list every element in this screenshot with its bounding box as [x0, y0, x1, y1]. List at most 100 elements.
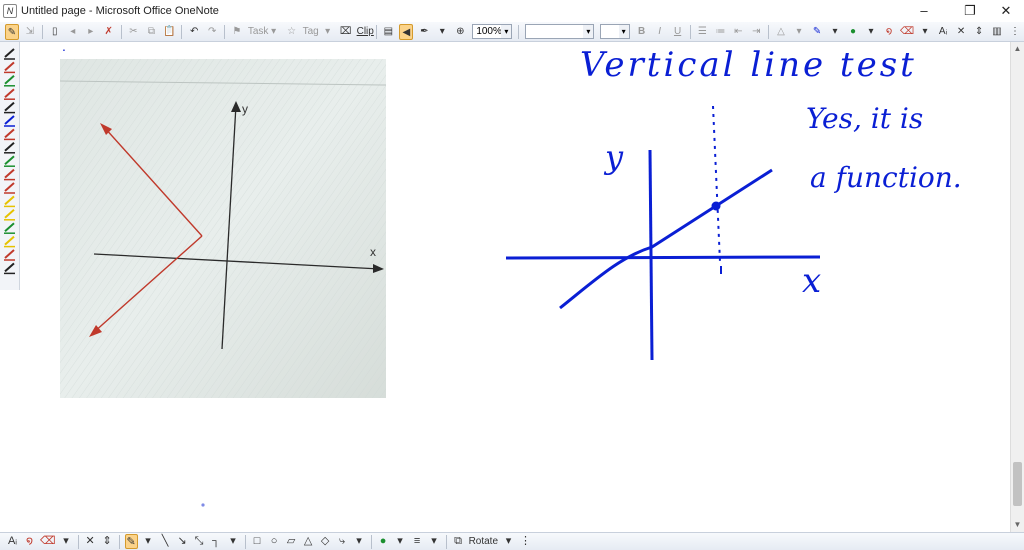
scroll-up-icon[interactable]: ▲ — [1011, 42, 1024, 56]
bullets-icon[interactable]: ☰ — [695, 24, 709, 40]
color-picker-icon[interactable]: ● — [846, 24, 860, 40]
numbering-icon[interactable]: ≔ — [713, 24, 727, 40]
more-options-icon[interactable]: ⋮ — [1008, 24, 1022, 40]
pen-swatch[interactable] — [4, 222, 15, 232]
double-arrow-icon[interactable]: ⤡ — [193, 534, 206, 549]
dropdown-arrow-icon[interactable]: ▾ — [267, 24, 281, 40]
font-size-select[interactable]: ▾ — [600, 24, 630, 39]
dropdown-arrow-icon[interactable]: ▾ — [227, 534, 240, 549]
italic-button[interactable]: I — [653, 24, 667, 40]
pen-list[interactable] — [4, 48, 15, 275]
text-mode-icon[interactable]: Aᵢ — [6, 534, 19, 549]
pen-icon[interactable]: ✒ — [417, 24, 431, 40]
dropdown-arrow-icon[interactable]: ▾ — [435, 24, 449, 40]
connector-icon[interactable]: ⤷ — [336, 534, 349, 549]
zoom-icon[interactable]: ⊕ — [453, 24, 467, 40]
line-icon[interactable]: ╲ — [159, 534, 172, 549]
pen-swatch[interactable] — [4, 182, 15, 192]
undo-icon[interactable]: ↶ — [187, 24, 201, 40]
page-view-icon[interactable]: ▤ — [381, 24, 395, 40]
arrow-icon[interactable]: ↘ — [176, 534, 189, 549]
insert-space-icon[interactable]: ⇕ — [101, 534, 114, 549]
pen-swatch[interactable] — [4, 101, 15, 112]
close-icon[interactable]: ✕ — [986, 0, 1024, 22]
dropdown-arrow-icon[interactable]: ▾ — [321, 24, 335, 40]
pen-color-icon[interactable]: ✎ — [810, 24, 824, 40]
lasso-icon[interactable]: ໑ — [23, 534, 36, 549]
pen-swatch[interactable] — [4, 48, 15, 58]
task-button[interactable]: Task — [248, 24, 269, 40]
page-canvas[interactable]: . y x Vertical line test Yes, it is a fu… — [20, 42, 1010, 532]
triangle-icon[interactable]: △ — [302, 534, 315, 549]
ellipse-icon[interactable]: ○ — [268, 534, 281, 549]
bold-button[interactable]: B — [635, 24, 649, 40]
pen-swatch[interactable] — [4, 61, 15, 72]
insert-space-icon[interactable]: ⇕ — [972, 24, 986, 40]
chevron-down-icon[interactable]: ▾ — [501, 25, 512, 38]
pen-swatch[interactable] — [4, 209, 15, 219]
pen-swatch[interactable] — [4, 142, 15, 152]
outdent-icon[interactable]: ⇤ — [731, 24, 745, 40]
eraser-icon[interactable]: ⌫ — [900, 24, 914, 40]
font-name-select[interactable]: ▾ — [525, 24, 595, 39]
underline-button[interactable]: U — [671, 24, 685, 40]
cut-icon[interactable]: ✂ — [126, 24, 140, 40]
pen-swatch[interactable] — [4, 249, 15, 259]
pen-swatch[interactable] — [4, 262, 15, 273]
dropdown-arrow-icon[interactable]: ▾ — [142, 534, 155, 549]
pen-swatch[interactable] — [4, 128, 15, 139]
rotate-button[interactable]: Rotate — [469, 534, 498, 549]
task-flag-icon[interactable]: ⚑ — [230, 24, 244, 40]
back-icon[interactable]: ◂ — [66, 24, 80, 40]
lasso-icon[interactable]: ໑ — [882, 24, 896, 40]
dropdown-arrow-icon[interactable]: ▾ — [60, 534, 73, 549]
pen-swatch[interactable] — [4, 155, 15, 165]
dropdown-arrow-icon[interactable]: ▾ — [502, 534, 515, 549]
eraser-icon[interactable]: ⌫ — [40, 534, 56, 549]
highlight-icon[interactable]: △ — [774, 24, 788, 40]
diamond-icon[interactable]: ◇ — [319, 534, 332, 549]
delete-icon[interactable]: ✗ — [102, 24, 116, 40]
arrange-icon[interactable]: ⧉ — [452, 534, 465, 549]
clip-camera-icon[interactable]: ⌧ — [339, 24, 353, 40]
pen-swatch[interactable] — [4, 88, 15, 98]
forward-icon[interactable]: ▸ — [84, 24, 98, 40]
chevron-down-icon[interactable]: ▾ — [618, 25, 629, 38]
scroll-thumb[interactable] — [1013, 462, 1022, 506]
pen-swatch[interactable] — [4, 235, 15, 246]
tag-star-icon[interactable]: ☆ — [285, 24, 299, 40]
pen-swatch[interactable] — [4, 195, 15, 206]
redo-icon[interactable]: ↷ — [205, 24, 219, 40]
pen-swatch[interactable] — [4, 168, 15, 179]
dropdown-arrow-icon[interactable]: ▾ — [394, 534, 407, 549]
rectangle-icon[interactable]: □ — [251, 534, 264, 549]
pen-mode-icon[interactable]: ✎ — [5, 23, 19, 40]
parallelogram-icon[interactable]: ▱ — [285, 534, 298, 549]
dropdown-arrow-icon[interactable]: ▾ — [428, 534, 441, 549]
minimize-icon[interactable]: – — [904, 0, 944, 22]
pen-tool-icon[interactable]: ✎ — [124, 534, 138, 549]
more-options-icon[interactable]: ⋮ — [519, 534, 532, 549]
text-mode-icon[interactable]: Aᵢ — [936, 24, 950, 40]
dropdown-arrow-icon[interactable]: ▾ — [792, 24, 806, 40]
chevron-down-icon[interactable]: ▾ — [583, 25, 594, 38]
indent-icon[interactable]: ⇥ — [749, 24, 763, 40]
scroll-down-icon[interactable]: ▼ — [1011, 518, 1024, 532]
audio-icon[interactable]: ◀ — [399, 23, 414, 40]
paste-icon[interactable]: 📋 — [162, 24, 176, 40]
page-list-icon[interactable]: ▥ — [990, 24, 1004, 40]
dropdown-arrow-icon[interactable]: ▾ — [828, 24, 842, 40]
dropdown-arrow-icon[interactable]: ▾ — [864, 24, 878, 40]
delete-space-icon[interactable]: ✕ — [954, 24, 968, 40]
restore-icon[interactable]: ❐ — [950, 0, 990, 22]
copy-icon[interactable]: ⧉ — [144, 24, 158, 40]
axes-icon[interactable]: ┐ — [210, 534, 223, 549]
tag-button[interactable]: Tag — [303, 24, 319, 40]
color-picker-icon[interactable]: ● — [377, 534, 390, 549]
vertical-scrollbar[interactable]: ▲ ▼ — [1010, 42, 1024, 532]
dropdown-arrow-icon[interactable]: ▾ — [918, 24, 932, 40]
new-page-icon[interactable]: ▯ — [48, 24, 62, 40]
zoom-select[interactable]: 100% ▾ — [472, 24, 513, 39]
pen-swatch[interactable] — [4, 115, 15, 125]
pen-swatch[interactable] — [4, 75, 15, 85]
